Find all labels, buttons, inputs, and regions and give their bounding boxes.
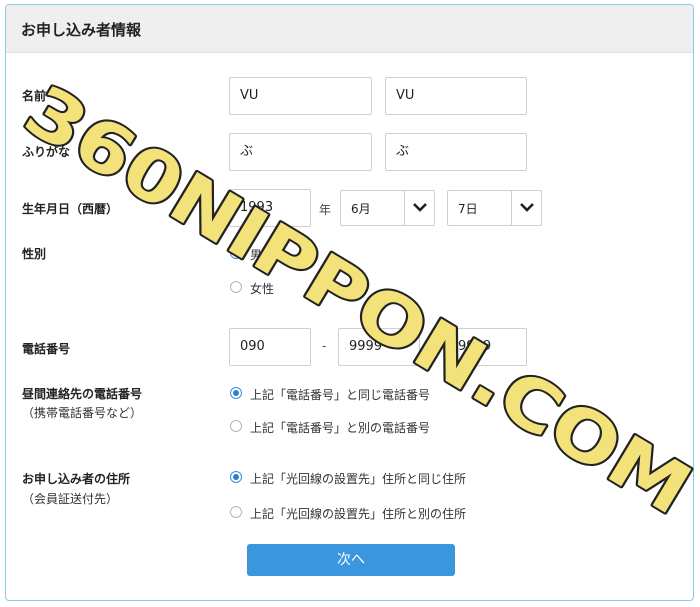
address-label: お申し込み者の住所 xyxy=(22,472,131,486)
daytime-phone-sublabel: （携帯電話番号など） xyxy=(22,406,143,420)
chevron-down-icon xyxy=(520,203,534,212)
daytime-phone-label: 昼間連絡先の電話番号 xyxy=(22,387,143,401)
last-name-kana-input[interactable]: ぶ xyxy=(229,133,372,171)
radio-checked-icon[interactable] xyxy=(230,471,242,483)
gender-option-label: 女性 xyxy=(250,282,275,296)
panel-title: お申し込み者情報 xyxy=(21,21,142,39)
birth-day-select[interactable]: 7日 xyxy=(447,190,542,226)
name-label: 名前 xyxy=(22,89,47,103)
birth-year-input[interactable]: 1993 xyxy=(229,189,311,227)
kana-label: ふりがな xyxy=(22,145,71,159)
radio-checked-icon[interactable] xyxy=(230,247,242,259)
next-button[interactable]: 次へ xyxy=(247,544,455,576)
daytime-phone-option-label: 上記「電話番号」と同じ電話番号 xyxy=(250,388,431,402)
gender-option-label: 男性 xyxy=(250,248,275,262)
panel-header: お申し込み者情報 xyxy=(6,5,693,53)
first-name-input[interactable]: VU xyxy=(385,77,527,115)
radio-unchecked-icon[interactable] xyxy=(230,506,242,518)
applicant-info-panel: お申し込み者情報 名前 VU VU ふりがな ぶ ぶ 生年月日（西暦） 1993… xyxy=(5,4,694,601)
daytime-phone-option-label: 上記「電話番号」と別の電話番号 xyxy=(250,421,431,435)
address-option-label: 上記「光回線の設置先」住所と同じ住所 xyxy=(250,472,467,486)
birth-month-select[interactable]: 6月 xyxy=(340,190,435,226)
first-name-kana-input[interactable]: ぶ xyxy=(385,133,527,171)
radio-checked-icon[interactable] xyxy=(230,387,242,399)
year-unit: 年 xyxy=(319,203,332,217)
gender-label: 性別 xyxy=(22,247,47,261)
phone-part1-input[interactable]: 090 xyxy=(229,328,311,366)
birth-day-value: 7日 xyxy=(458,202,478,216)
birth-month-value: 6月 xyxy=(351,202,371,216)
month-dropdown-toggle[interactable] xyxy=(404,191,434,225)
last-name-input[interactable]: VU xyxy=(229,77,372,115)
phone-part3-input[interactable]: 9999 xyxy=(447,328,527,366)
birth-date-label: 生年月日（西暦） xyxy=(22,202,119,216)
day-dropdown-toggle[interactable] xyxy=(511,191,541,225)
phone-separator: - xyxy=(322,339,327,353)
chevron-down-icon xyxy=(413,203,427,212)
address-option-label: 上記「光回線の設置先」住所と別の住所 xyxy=(250,507,467,521)
phone-label: 電話番号 xyxy=(22,342,71,356)
address-sublabel: （会員証送付先） xyxy=(22,492,119,506)
phone-separator: - xyxy=(430,339,435,353)
radio-unchecked-icon[interactable] xyxy=(230,281,242,293)
phone-part2-input[interactable]: 9999 xyxy=(338,328,420,366)
radio-unchecked-icon[interactable] xyxy=(230,420,242,432)
